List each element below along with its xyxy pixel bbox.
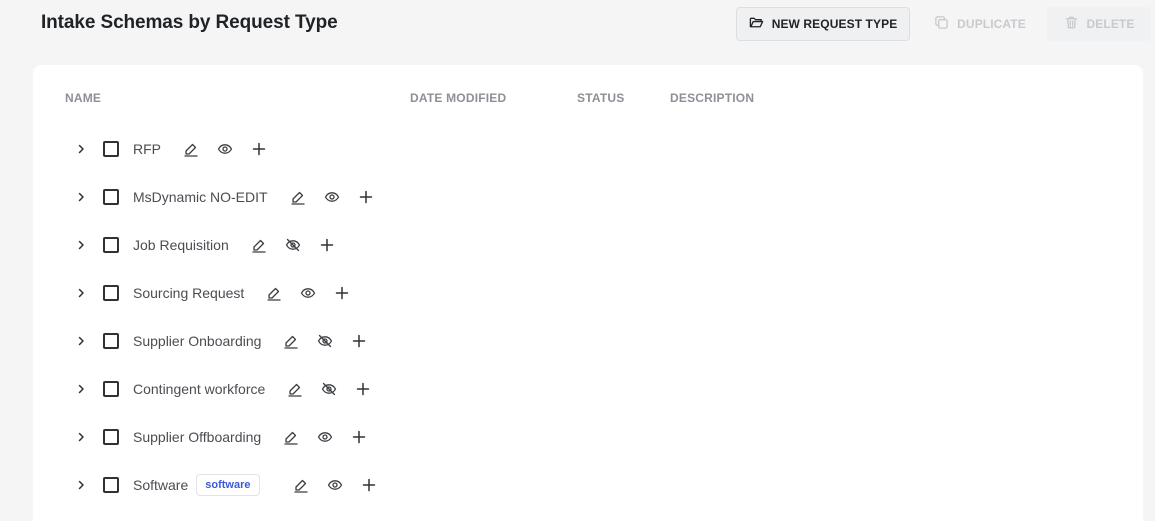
table-row[interactable]: Supplier Onboarding [33,317,1143,365]
table-row[interactable]: Software software [33,461,1143,509]
edit-icon[interactable] [266,285,282,301]
edit-icon[interactable] [283,429,299,445]
chevron-right-icon[interactable] [74,478,88,492]
eye-off-icon[interactable] [285,237,301,253]
column-header-description[interactable]: DESCRIPTION [670,91,754,105]
plus-icon[interactable] [351,333,367,349]
table-row[interactable]: Job Requisition [33,221,1143,269]
delete-label: DELETE [1086,17,1135,31]
plus-icon[interactable] [361,477,377,493]
row-actions [287,381,389,397]
folder-open-icon [749,15,764,33]
table-row[interactable]: Sourcing Request [33,269,1143,317]
chevron-right-icon[interactable] [74,430,88,444]
row-name-rfp[interactable]: RFP [133,141,161,157]
plus-icon[interactable] [319,237,335,253]
column-header-date-modified[interactable]: DATE MODIFIED [410,91,506,105]
plus-icon[interactable] [251,141,267,157]
row-name-supplier-offboarding[interactable]: Supplier Offboarding [133,429,261,445]
eye-icon[interactable] [317,429,333,445]
table-row[interactable]: RFP [33,125,1143,173]
table-row[interactable]: Supplier Offboarding [33,413,1143,461]
row-name-cell: Supplier Onboarding [133,333,385,349]
row-name-cell: RFP [133,141,285,157]
row-checkbox[interactable] [103,237,119,253]
chevron-right-icon[interactable] [74,238,88,252]
table-row[interactable]: MsDynamic NO-EDIT [33,173,1143,221]
plus-icon[interactable] [358,189,374,205]
edit-icon[interactable] [287,381,303,397]
row-name-cell: MsDynamic NO-EDIT [133,189,392,205]
row-name-software[interactable]: Software [133,477,188,493]
row-name-cell: Job Requisition [133,237,353,253]
row-checkbox[interactable] [103,189,119,205]
row-checkbox[interactable] [103,477,119,493]
edit-icon[interactable] [283,333,299,349]
row-tag: software [196,474,260,496]
row-actions [290,189,392,205]
plus-icon[interactable] [351,429,367,445]
toolbar: NEW REQUEST TYPE DUPLICATE DELETE [0,7,1155,41]
chevron-right-icon[interactable] [74,190,88,204]
schema-rows: RFP MsDynamic NO-EDIT Job Requisition Sourc… [33,125,1143,509]
eye-icon[interactable] [300,285,316,301]
edit-icon[interactable] [251,237,267,253]
row-actions [283,429,385,445]
new-request-type-button[interactable]: NEW REQUEST TYPE [736,7,910,41]
column-header-status[interactable]: STATUS [577,91,624,105]
eye-off-icon[interactable] [317,333,333,349]
duplicate-label: DUPLICATE [957,17,1026,31]
row-checkbox[interactable] [103,285,119,301]
duplicate-button[interactable]: DUPLICATE [920,7,1040,41]
edit-icon[interactable] [293,477,309,493]
eye-icon[interactable] [327,477,343,493]
new-request-type-label: NEW REQUEST TYPE [771,17,898,31]
chevron-right-icon[interactable] [74,382,88,396]
row-actions [293,477,395,493]
eye-icon[interactable] [217,141,233,157]
row-name-msdynamic-no-edit[interactable]: MsDynamic NO-EDIT [133,189,268,205]
plus-icon[interactable] [355,381,371,397]
row-actions [283,333,385,349]
row-checkbox[interactable] [103,141,119,157]
row-name-sourcing-request[interactable]: Sourcing Request [133,285,244,301]
row-name-cell: Software software [133,474,395,496]
trash-icon [1064,15,1079,33]
row-actions [251,237,353,253]
chevron-right-icon[interactable] [74,142,88,156]
row-actions [266,285,368,301]
row-actions [183,141,285,157]
row-name-cell: Contingent workforce [133,381,389,397]
row-name-supplier-onboarding[interactable]: Supplier Onboarding [133,333,261,349]
chevron-right-icon[interactable] [74,286,88,300]
delete-button[interactable]: DELETE [1047,7,1151,41]
edit-icon[interactable] [183,141,199,157]
row-checkbox[interactable] [103,381,119,397]
column-header-name[interactable]: NAME [65,91,101,105]
row-name-contingent-workforce[interactable]: Contingent workforce [133,381,265,397]
eye-off-icon[interactable] [321,381,337,397]
row-name-job-requisition[interactable]: Job Requisition [133,237,229,253]
row-checkbox[interactable] [103,333,119,349]
row-checkbox[interactable] [103,429,119,445]
row-name-cell: Sourcing Request [133,285,368,301]
chevron-right-icon[interactable] [74,334,88,348]
copy-icon [934,15,949,33]
table-row[interactable]: Contingent workforce [33,365,1143,413]
plus-icon[interactable] [334,285,350,301]
edit-icon[interactable] [290,189,306,205]
schema-table-card: NAME DATE MODIFIED STATUS DESCRIPTION RF… [33,65,1143,521]
row-name-cell: Supplier Offboarding [133,429,385,445]
eye-icon[interactable] [324,189,340,205]
